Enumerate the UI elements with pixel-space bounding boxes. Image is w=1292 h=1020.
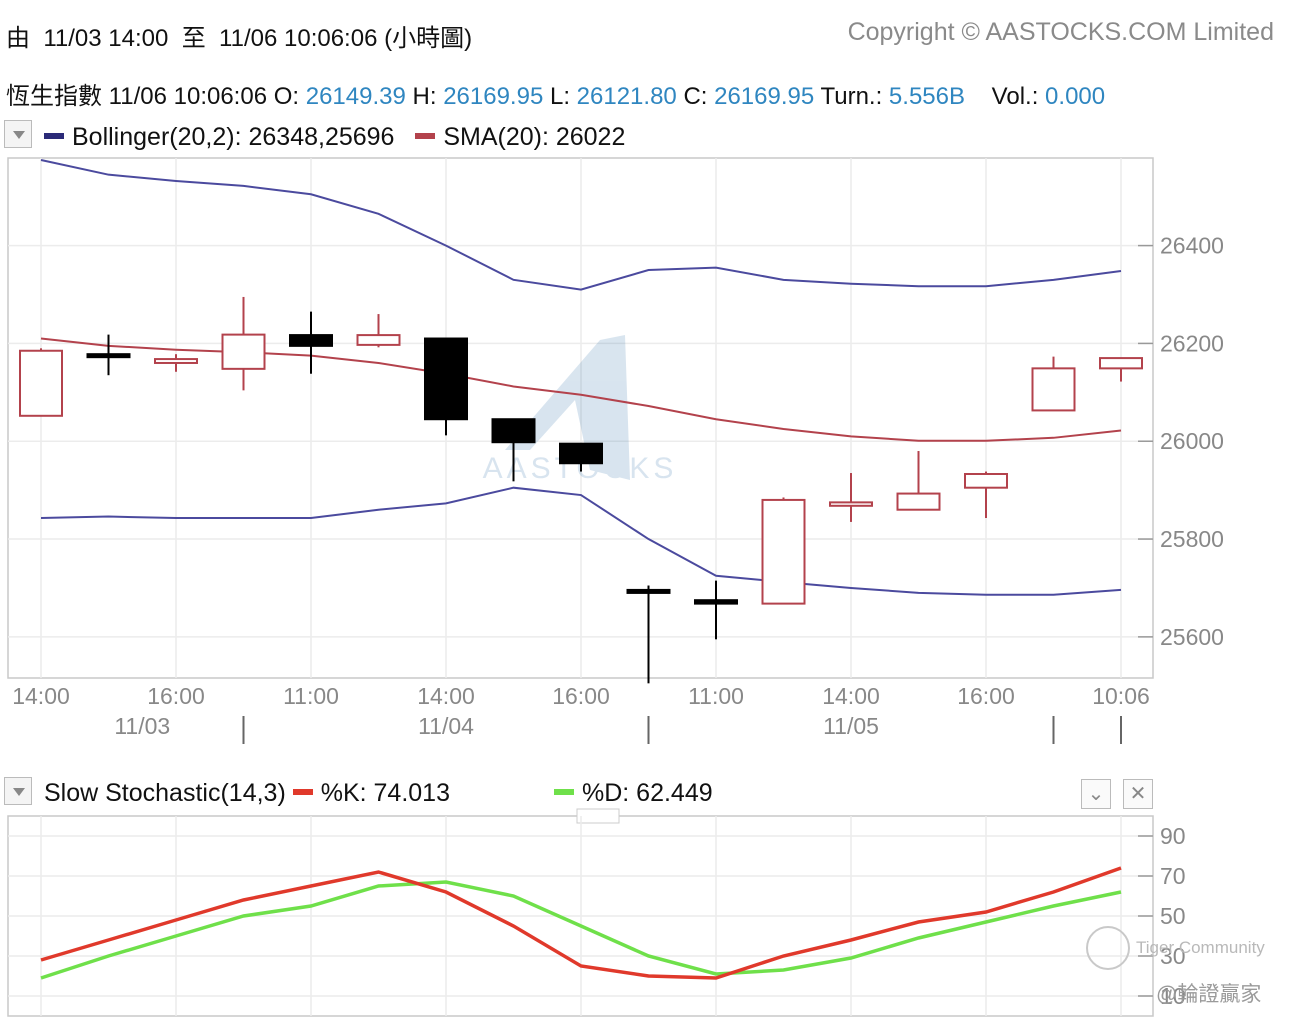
chevron-down-icon <box>13 131 25 139</box>
y-tick-label: 90 <box>1160 823 1186 849</box>
d-legend: %D: 62.449 <box>582 779 713 807</box>
candle-body <box>491 418 536 444</box>
candle <box>19 348 63 417</box>
stoch-menu-button[interactable] <box>4 777 32 805</box>
high-label: H: <box>412 83 437 110</box>
x-tick-label: 14:00 <box>822 683 880 709</box>
high-value: 26169.95 <box>443 83 544 110</box>
range-suffix: (小時圖) <box>384 25 473 52</box>
candle-body <box>559 442 603 465</box>
candle-body <box>964 473 1008 489</box>
date-label: 11/04 <box>418 713 474 739</box>
open-label: O: <box>273 83 300 110</box>
candle-body <box>896 492 941 511</box>
d-swatch <box>554 789 574 796</box>
x-tick-label: 14:00 <box>12 683 70 709</box>
y-tick-label: 26000 <box>1160 428 1224 454</box>
low-value: 26121.80 <box>576 83 677 110</box>
stoch-legend: Slow Stochastic(14,3) %K: 74.013 <box>44 779 450 808</box>
x-tick-label: 10:06 <box>1092 683 1150 709</box>
date-range: 由 11/03 14:00 至 11/06 10:06:06 (小時圖) <box>6 18 472 53</box>
candle-body <box>626 588 671 594</box>
handle-watermark: @輪證贏家 <box>1156 983 1262 1006</box>
candle-body <box>1031 367 1076 412</box>
collapse-panel-button[interactable]: ⌄ <box>1081 779 1111 809</box>
date-label: 11/03 <box>114 713 170 739</box>
community-watermark: Tiger Community <box>1136 938 1265 957</box>
x-tick-label: 16:00 <box>552 683 610 709</box>
open-value: 26149.39 <box>305 83 406 110</box>
quote-time: 11/06 10:06:06 <box>108 83 268 110</box>
main-legend: Bollinger(20,2): 26348,25696 SMA(20): 26… <box>44 123 625 152</box>
volume-label: Vol.: <box>991 83 1039 110</box>
y-tick-label: 50 <box>1160 903 1186 929</box>
x-tick-label: 11:00 <box>688 683 744 709</box>
bollinger-legend: Bollinger(20,2): 26348,25696 <box>72 123 395 151</box>
range-end: 11/06 10:06:06 <box>219 25 378 52</box>
volume-value: 0.000 <box>1045 83 1106 110</box>
candle-body <box>356 334 401 346</box>
candle-body <box>154 358 198 364</box>
chevron-down-icon <box>13 788 25 796</box>
date-label: 11/05 <box>823 713 879 739</box>
candle-body <box>1099 357 1143 370</box>
x-tick-label: 16:00 <box>957 683 1015 709</box>
x-tick-label: 11:00 <box>283 683 339 709</box>
low-label: L: <box>549 83 570 110</box>
sma-swatch <box>415 133 436 140</box>
y-tick-label: 26200 <box>1160 330 1224 356</box>
candle-body <box>761 498 806 605</box>
stoch-title: Slow Stochastic(14,3) <box>44 779 286 807</box>
price-chart: AASTOCKS 2640026200260002580025600 14:00… <box>7 157 1224 744</box>
index-name: 恆生指數 <box>6 83 102 110</box>
chevron-down-icon: ⌄ <box>1087 783 1105 805</box>
candle-body <box>221 333 266 370</box>
range-mid: 至 <box>181 25 206 52</box>
candle-body <box>19 349 63 417</box>
range-start: 11/03 14:00 <box>43 25 169 52</box>
turnover-value: 5.556B <box>888 83 965 110</box>
y-tick-label: 26400 <box>1160 233 1224 259</box>
close-label: C: <box>683 83 708 110</box>
close-icon: ✕ <box>1129 783 1147 805</box>
y-tick-label: 25600 <box>1160 624 1224 650</box>
x-tick-label: 14:00 <box>417 683 475 709</box>
candle-body <box>694 599 738 605</box>
y-tick-label: 25800 <box>1160 526 1224 552</box>
indicator-menu-button[interactable] <box>4 120 32 148</box>
candle-body <box>86 353 131 359</box>
close-value: 26169.95 <box>714 83 815 110</box>
k-legend: %K: 74.013 <box>320 779 450 807</box>
quote-row: 恆生指數 11/06 10:06:06 O: 26149.39 H: 26169… <box>6 76 1105 111</box>
range-prefix: 由 <box>6 25 30 52</box>
x-tick-label: 16:00 <box>147 683 205 709</box>
y-tick-label: 70 <box>1160 863 1186 889</box>
stochastic-chart: 9070503010 <box>7 808 1186 1017</box>
candle <box>761 497 806 605</box>
tiger-logo-icon <box>1086 926 1130 970</box>
bollinger-swatch <box>44 133 64 140</box>
close-panel-button[interactable]: ✕ <box>1123 779 1153 809</box>
candle-body <box>424 337 468 421</box>
candle-body <box>289 334 333 347</box>
copyright: Copyright © AASTOCKS.COM Limited <box>847 18 1274 46</box>
resize-handle[interactable] <box>576 808 620 824</box>
k-swatch <box>292 789 313 796</box>
candle-body <box>829 501 873 507</box>
stoch-legend-d: %D: 62.449 <box>554 779 713 808</box>
turnover-label: Turn.: <box>820 83 883 110</box>
sma-legend: SMA(20): 26022 <box>443 123 626 151</box>
